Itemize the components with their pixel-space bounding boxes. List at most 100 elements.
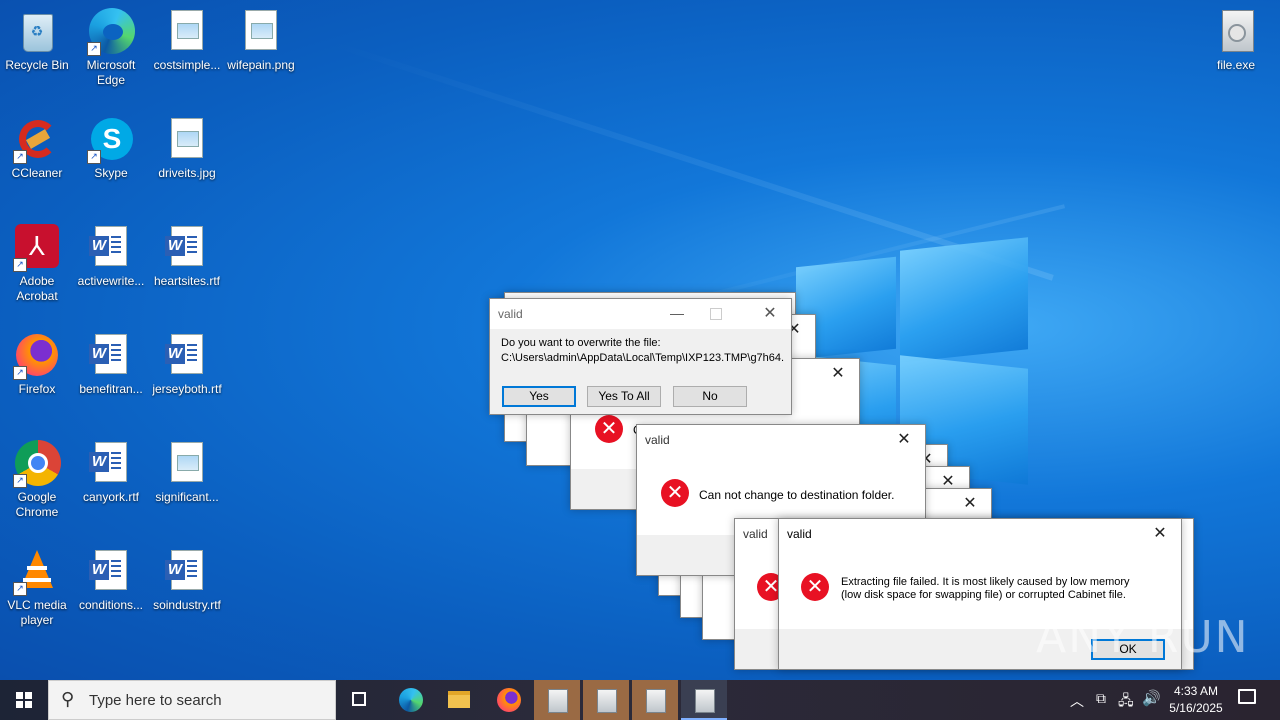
- word-document-icon: W: [87, 332, 135, 380]
- overwrite-path: C:\Users\admin\AppData\Local\Temp\IXP123…: [501, 352, 785, 364]
- desktop-icon-label: canyork.rtf: [82, 490, 139, 504]
- dialog-message-line1: Extracting file failed. It is most likel…: [841, 576, 1130, 588]
- desktop-icon-canyork[interactable]: W canyork.rtf: [75, 440, 147, 505]
- task-view-icon: [352, 692, 366, 706]
- desktop-icon-label: activewrite...: [77, 274, 145, 288]
- word-document-icon: W: [87, 440, 135, 488]
- desktop-icon-vlc[interactable]: ↗ VLC media player: [1, 548, 73, 628]
- yes-button[interactable]: Yes: [502, 386, 576, 407]
- installer-icon: [597, 689, 617, 713]
- dialog-overwrite: valid — ✕ Do you want to overwrite the f…: [489, 298, 792, 415]
- tray-volume-icon[interactable]: 🔊: [1142, 689, 1161, 707]
- image-file-icon: [237, 8, 285, 56]
- desktop-icon-label: costsimple...: [153, 58, 221, 72]
- shortcut-arrow-icon: ↗: [87, 150, 101, 164]
- close-icon[interactable]: ✕: [949, 489, 991, 519]
- taskbar-file-explorer[interactable]: [438, 680, 480, 720]
- dialog-title: valid: [490, 299, 791, 329]
- desktop-icon-costsimple[interactable]: costsimple...: [151, 8, 223, 73]
- search-placeholder: Type here to search: [89, 692, 222, 709]
- desktop-icon-label: Recycle Bin: [5, 58, 69, 72]
- edge-icon: [399, 688, 423, 712]
- recycle-bin-icon: ♻: [13, 8, 61, 56]
- close-icon[interactable]: ✕: [749, 299, 791, 329]
- desktop-icon-label: benefitran...: [79, 382, 143, 396]
- desktop-icon-label: driveits.jpg: [158, 166, 216, 180]
- dialog-message-line2: (low disk space for swapping file) or co…: [841, 589, 1126, 601]
- desktop-icon-wifepain[interactable]: wifepain.png: [225, 8, 297, 73]
- desktop-icon-firefox[interactable]: ↗ Firefox: [1, 332, 73, 397]
- firefox-icon: ↗: [13, 332, 61, 380]
- dialog-title: valid: [645, 433, 670, 447]
- overwrite-prompt: Do you want to overwrite the file:: [501, 337, 661, 349]
- taskbar-edge[interactable]: [390, 680, 432, 720]
- error-icon: ✕: [801, 573, 829, 601]
- taskbar-search-box[interactable]: ⚲ Type here to search: [48, 680, 336, 720]
- word-document-icon: W: [163, 332, 211, 380]
- taskbar-installer-4[interactable]: [681, 680, 727, 720]
- desktop-icon-label: wifepain.png: [227, 58, 295, 72]
- clock-time: 4:33 AM: [1173, 684, 1219, 698]
- desktop-icon-recycle-bin[interactable]: ♻ Recycle Bin: [1, 8, 73, 73]
- desktop-icon-adobe-acrobat[interactable]: ⅄ ↗ Adobe Acrobat: [1, 224, 73, 304]
- tray-overflow-chevron-icon[interactable]: ︿: [1070, 691, 1084, 711]
- taskbar-installer-3[interactable]: [632, 680, 678, 720]
- desktop-icon-label: Adobe Acrobat: [16, 274, 58, 303]
- desktop-icon-driveits[interactable]: driveits.jpg: [151, 116, 223, 181]
- adobe-acrobat-icon: ⅄ ↗: [13, 224, 61, 272]
- shortcut-arrow-icon: ↗: [13, 474, 27, 488]
- maximize-icon[interactable]: [710, 308, 722, 320]
- shortcut-arrow-icon: ↗: [13, 582, 27, 596]
- desktop-icon-microsoft-edge[interactable]: ↗ Microsoft Edge: [75, 8, 147, 88]
- shortcut-arrow-icon: ↗: [13, 366, 27, 380]
- notification-center-icon[interactable]: [1238, 689, 1256, 704]
- tray-device-icon[interactable]: ⧉: [1096, 690, 1106, 707]
- anyrun-watermark: ANY RUN: [1036, 612, 1250, 663]
- close-icon[interactable]: ✕: [1139, 519, 1181, 549]
- error-icon: ✕: [661, 479, 689, 507]
- taskbar-installer-1[interactable]: [534, 680, 580, 720]
- desktop-background: ♻ Recycle Bin ↗ CCleaner ⅄ ↗ Adobe Acrob…: [0, 0, 1280, 680]
- shortcut-arrow-icon: ↗: [87, 42, 101, 56]
- light-beam: [329, 40, 1054, 281]
- desktop-icon-significant[interactable]: significant...: [151, 440, 223, 505]
- clock[interactable]: 4:33 AM 5/16/2025: [1164, 683, 1228, 717]
- no-button[interactable]: No: [673, 386, 747, 407]
- dialog-title: valid: [787, 527, 812, 541]
- desktop-icon-heartsites[interactable]: W heartsites.rtf: [151, 224, 223, 289]
- image-file-icon: [163, 8, 211, 56]
- desktop-icon-benefitran[interactable]: W benefitran...: [75, 332, 147, 397]
- taskbar: ⚲ Type here to search ︿ ⧉ 🖧 🔊 4:33 AM 5/…: [0, 680, 1280, 720]
- desktop-icon-ccleaner[interactable]: ↗ CCleaner: [1, 116, 73, 181]
- desktop-icon-google-chrome[interactable]: ↗ Google Chrome: [1, 440, 73, 520]
- desktop-icon-label: heartsites.rtf: [153, 274, 221, 288]
- start-button[interactable]: [0, 680, 48, 720]
- desktop-icon-label: soindustry.rtf: [153, 598, 221, 612]
- desktop-icon-label: Firefox: [18, 382, 56, 396]
- close-icon[interactable]: ✕: [883, 425, 925, 455]
- yes-to-all-button[interactable]: Yes To All: [587, 386, 661, 407]
- desktop-icon-skype[interactable]: S ↗ Skype: [75, 116, 147, 181]
- tray-network-icon[interactable]: 🖧: [1118, 690, 1134, 714]
- desktop-icon-activewrite[interactable]: W activewrite...: [75, 224, 147, 289]
- close-icon[interactable]: ✕: [817, 359, 859, 389]
- minimize-icon[interactable]: —: [666, 299, 688, 329]
- desktop-icon-label: jerseyboth.rtf: [152, 382, 222, 396]
- shortcut-arrow-icon: ↗: [13, 150, 27, 164]
- desktop-icon-jerseyboth[interactable]: W jerseyboth.rtf: [151, 332, 223, 397]
- taskbar-firefox[interactable]: [488, 680, 530, 720]
- search-icon: ⚲: [61, 689, 75, 709]
- word-document-icon: W: [163, 224, 211, 272]
- taskbar-installer-2[interactable]: [583, 680, 629, 720]
- desktop-icon-soindustry[interactable]: W soindustry.rtf: [151, 548, 223, 613]
- image-file-icon: [163, 440, 211, 488]
- installer-icon: [695, 689, 715, 713]
- task-view-button[interactable]: [340, 680, 380, 720]
- desktop-icon-file-exe[interactable]: file.exe: [1200, 8, 1272, 73]
- word-document-icon: W: [87, 224, 135, 272]
- skype-icon: S ↗: [87, 116, 135, 164]
- desktop-icon-label: Microsoft Edge: [86, 58, 136, 87]
- desktop-icon-conditions[interactable]: W conditions...: [75, 548, 147, 613]
- desktop-icon-label: Google Chrome: [15, 490, 59, 519]
- edge-icon: ↗: [87, 8, 135, 56]
